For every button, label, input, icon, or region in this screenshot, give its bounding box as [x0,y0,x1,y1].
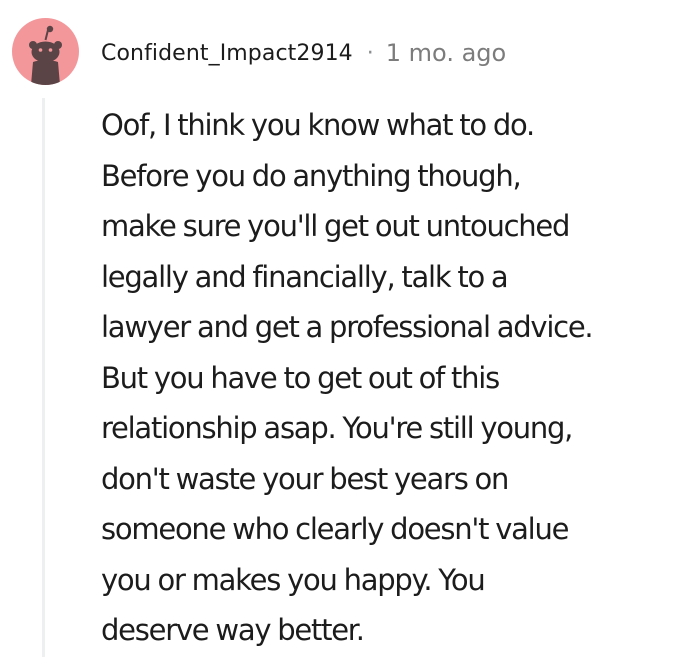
comment-body-line: don't waste your best years on [101,461,509,496]
meta-separator: · [366,40,374,66]
comment-body-line: But you have to get out of this [101,360,500,395]
comment-body-line: Oof, I think you know what to do. [101,108,535,142]
comment-body-line: legally and financially, talk to a [101,259,509,294]
comment-body-line: you or makes you happy. You [101,562,486,597]
comment-body-line: Before you do anything though, [101,158,522,193]
reddit-snoo-icon [29,25,62,85]
avatar[interactable] [12,18,79,85]
comment-body-line: make sure you'll get out untouched [101,209,570,243]
comment: Confident_Impact2914 · 1 mo. ago Oof, I … [0,0,700,657]
comment-body-line: deserve way better. [101,613,365,647]
thread-collapse-line[interactable] [42,98,45,657]
comment-body: Oof, I think you know what to do. Before… [101,100,696,656]
comment-timestamp[interactable]: 1 mo. ago [386,39,506,67]
comment-body-line: someone who clearly doesn't value [101,512,569,546]
comment-header: Confident_Impact2914 · 1 mo. ago [101,36,506,70]
author-username[interactable]: Confident_Impact2914 [101,41,353,66]
comment-body-line: lawyer and get a professional advice. [101,310,594,344]
comment-body-line: relationship asap. You're still young, [101,411,573,445]
